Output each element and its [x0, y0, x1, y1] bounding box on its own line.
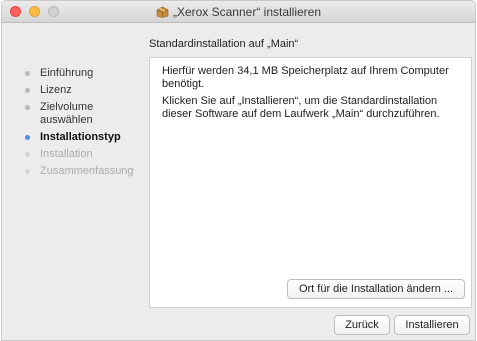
package-icon — [156, 6, 169, 18]
installer-window: „Xerox Scanner“ installieren Standardins… — [1, 0, 476, 341]
active-step-bullet-icon — [25, 135, 30, 140]
sidebar-item-label: Zielvolume auswählen — [40, 101, 94, 126]
step-bullet-icon — [25, 88, 30, 93]
step-bullet-icon — [25, 152, 30, 157]
installer-steps-sidebar: Einführung Lizenz Zielvolume auswählen I… — [24, 67, 142, 182]
sidebar-item-label: Zusammenfassung — [40, 165, 134, 177]
sidebar-item-einfuehrung: Einführung — [24, 67, 142, 80]
sidebar-item-installation: Installation — [24, 148, 142, 161]
sidebar-item-installationstyp: Installationstyp — [24, 131, 142, 144]
window-title-group: „Xerox Scanner“ installieren — [2, 1, 475, 23]
window-title: „Xerox Scanner“ installieren — [172, 5, 322, 19]
back-button[interactable]: Zurück — [334, 315, 390, 335]
change-install-location-button[interactable]: Ort für die Installation ändern ... — [287, 279, 465, 299]
sidebar-item-lizenz: Lizenz — [24, 84, 142, 97]
content-panel: Hierfür werden 34,1 MB Speicherplatz auf… — [149, 57, 472, 308]
sidebar-item-zielvolume: Zielvolume auswählen — [24, 101, 142, 127]
step-bullet-icon — [25, 105, 30, 110]
disk-space-text: Hierfür werden 34,1 MB Speicherplatz auf… — [162, 65, 449, 90]
step-bullet-icon — [25, 71, 30, 76]
sidebar-item-label: Lizenz — [40, 84, 72, 96]
sidebar-item-label: Installationstyp — [40, 131, 121, 143]
sidebar-item-zusammenfassung: Zusammenfassung — [24, 165, 142, 178]
install-instruction-text: Klicken Sie auf „Installieren“, um die S… — [162, 95, 440, 120]
sidebar-item-label: Installation — [40, 148, 93, 160]
step-heading: Standardinstallation auf „Main“ — [149, 38, 299, 50]
sidebar-item-label: Einführung — [40, 67, 94, 79]
title-bar: „Xerox Scanner“ installieren — [2, 1, 475, 23]
step-bullet-icon — [25, 169, 30, 174]
install-button[interactable]: Installieren — [394, 315, 470, 335]
